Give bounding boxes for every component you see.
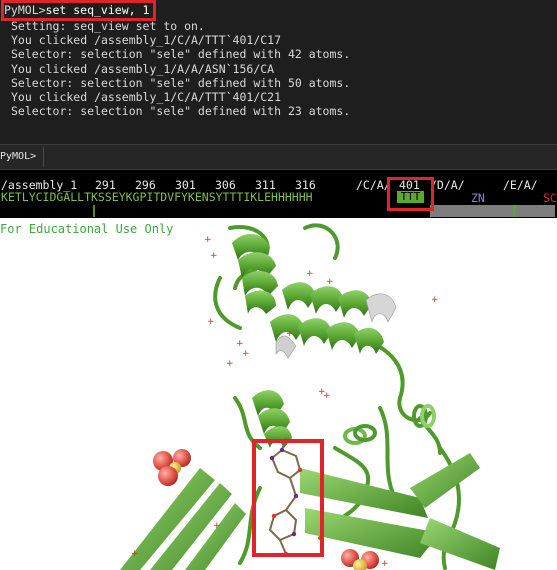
svg-text:+: + (326, 277, 334, 287)
sequence-viewer: /assembly_1 291 296 301 306 311 316 /C/A… (0, 170, 557, 218)
educational-watermark: For Educational Use Only (0, 222, 174, 236)
ligand-highlight-box (252, 439, 324, 557)
coil-rings (343, 404, 436, 445)
chain-label: /D/A/ (430, 178, 465, 192)
log-line: You clicked /assembly_1/A/A/ASN`156/CA (11, 61, 275, 76)
log-line: You clicked /assembly_1/C/A/TTT`401/C21 (11, 89, 282, 104)
command-bar-divider (43, 147, 44, 167)
scrollbar-marker (93, 205, 95, 217)
sequence-scrollbar-thumb[interactable] (430, 205, 555, 217)
svg-text:+: + (431, 295, 439, 305)
scrollbar-marker (513, 205, 516, 217)
log-line: Selector: selection "sele" defined with … (11, 47, 351, 62)
pymol-window: PyMOL>set seq_view, 1 Setting: seq_view … (0, 0, 557, 570)
console-output: PyMOL>set seq_view, 1 Setting: seq_view … (0, 0, 557, 144)
chain-label: /C/A/ (356, 178, 391, 192)
svg-text:+: + (213, 521, 221, 531)
svg-text:+: + (236, 339, 244, 349)
svg-text:+: + (318, 387, 326, 397)
command-input[interactable] (48, 148, 557, 168)
svg-text:+: + (286, 329, 294, 339)
svg-text:+: + (207, 317, 215, 327)
svg-text:+: + (210, 251, 218, 261)
helix-top (232, 233, 278, 314)
helix-central (270, 282, 397, 359)
console-log: Setting: seq_view set to on. You clicked… (11, 19, 350, 118)
command-prompt-label: PyMOL> (0, 151, 37, 162)
sequence-scrollbar[interactable] (0, 205, 557, 217)
ttt-highlight-box (387, 177, 434, 211)
log-line: You clicked /assembly_1/C/A/TTT`401/C17 (11, 33, 282, 48)
log-line: Selector: selection "sele" defined with … (11, 75, 351, 90)
svg-text:+: + (242, 349, 250, 359)
molecule-viewport[interactable]: ++ ++ ++ ++ ++ ++ ++ ++ For Educational … (0, 218, 557, 570)
ligand-zn-residue[interactable]: ZN (471, 191, 485, 205)
svg-text:+: + (306, 269, 314, 279)
command-bar: PyMOL> (0, 144, 557, 170)
log-line: Setting: seq_view set to on. (11, 19, 205, 33)
residue-sequence[interactable]: KETLYCIDGALLTKSSEYKGPITDVFYKENSYTTTIKLEH… (1, 190, 313, 204)
command-highlight-box (1, 0, 156, 21)
chain-label: /E/A/ (503, 178, 538, 192)
svg-text:+: + (204, 235, 212, 245)
log-line: Selector: selection "sele" defined with … (11, 104, 351, 119)
svg-text:+: + (226, 359, 234, 369)
svg-text:+: + (381, 559, 389, 569)
ligand-so4-residue[interactable]: SC (543, 191, 557, 205)
sulfate-ion-left (153, 449, 191, 486)
svg-text:+: + (131, 549, 139, 559)
sulfate-ion-bottom (341, 549, 379, 570)
